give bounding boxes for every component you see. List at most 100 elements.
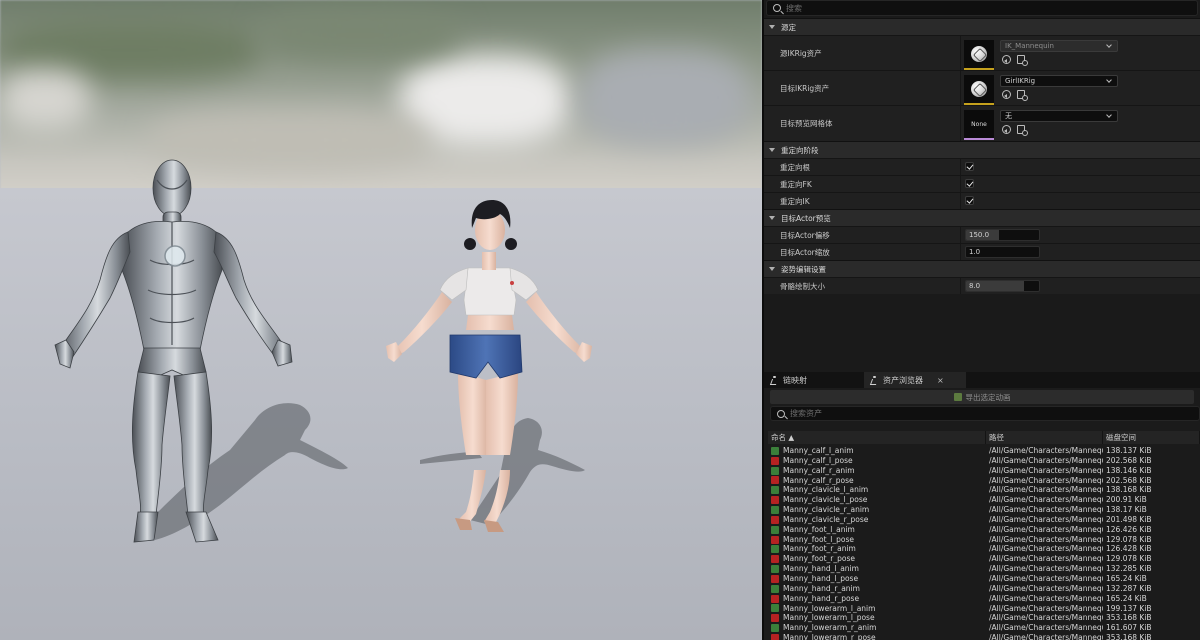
asset-name-cell: Manny_clavicle_l_pose: [768, 495, 986, 505]
reset-arrow-icon[interactable]: [1002, 55, 1011, 64]
table-row[interactable]: Manny_hand_r_pose/All/Game/Characters/Ma…: [768, 594, 1200, 604]
tab-asset-browser[interactable]: 资产浏览器 ×: [864, 372, 966, 388]
asset-path: /All/Game/Characters/Mannequ: [989, 583, 1103, 593]
anim-sequence-icon: [771, 466, 779, 475]
source-ikrig-combo[interactable]: IK_Mannequin: [1000, 40, 1118, 52]
export-selected-animations-button[interactable]: 导出选定动画: [770, 390, 1194, 404]
asset-name: Manny_calf_l_pose: [783, 455, 853, 465]
table-row[interactable]: Manny_clavicle_r_pose/All/Game/Character…: [768, 515, 1200, 525]
running-man-icon: [770, 375, 778, 385]
details-search-input[interactable]: 搜索: [766, 0, 1198, 16]
column-header-path[interactable]: 路径: [986, 431, 1103, 444]
reset-arrow-icon[interactable]: [1002, 90, 1011, 99]
asset-name-cell: Manny_hand_r_pose: [768, 594, 986, 604]
reset-arrow-icon[interactable]: [1002, 125, 1011, 134]
table-row[interactable]: Manny_clavicle_l_pose/All/Game/Character…: [768, 495, 1200, 505]
pose-asset-icon: [771, 535, 779, 544]
table-row[interactable]: Manny_lowerarm_r_pose/All/Game/Character…: [768, 633, 1200, 640]
source-ikrig-thumbnail[interactable]: [964, 40, 994, 70]
section-pose-edit-settings[interactable]: 姿势编辑设置: [764, 260, 1200, 277]
retarget-root-checkbox[interactable]: [965, 162, 974, 171]
table-row[interactable]: Manny_calf_l_anim/All/Game/Characters/Ma…: [768, 446, 1200, 456]
section-target-actor-preview[interactable]: 目标Actor预览: [764, 209, 1200, 226]
asset-name: Manny_lowerarm_r_pose: [783, 633, 876, 640]
target-actor-offset-value: 150.0: [969, 231, 990, 239]
target-ikrig-combo[interactable]: GirlIKRig: [1000, 75, 1118, 87]
column-header-disk-size[interactable]: 磁盘空间: [1103, 431, 1200, 444]
target-actor-offset-label: 目标Actor偏移: [780, 230, 830, 240]
table-row[interactable]: Manny_hand_l_anim/All/Game/Characters/Ma…: [768, 564, 1200, 574]
asset-name: Manny_foot_l_anim: [783, 524, 855, 534]
target-ikrig-label: 目标IKRig资产: [780, 83, 830, 93]
asset-name: Manny_clavicle_r_anim: [783, 505, 870, 515]
table-row[interactable]: Manny_calf_l_pose/All/Game/Characters/Ma…: [768, 456, 1200, 466]
table-row[interactable]: Manny_calf_r_pose/All/Game/Characters/Ma…: [768, 476, 1200, 486]
asset-disk-size: 165.24 KiB: [1106, 573, 1147, 583]
ikrig-asset-icon: [971, 46, 987, 62]
asset-list: Manny_calf_l_anim/All/Game/Characters/Ma…: [768, 446, 1200, 640]
source-ikrig-label: 源IKRig资产: [780, 48, 822, 58]
column-divider: [960, 36, 961, 70]
asset-name: Manny_calf_r_anim: [783, 465, 855, 475]
row-retarget-root: 重定向根: [764, 158, 1200, 175]
section-retarget-phases[interactable]: 重定向阶段: [764, 141, 1200, 158]
table-row[interactable]: Manny_calf_r_anim/All/Game/Characters/Ma…: [768, 466, 1200, 476]
bone-draw-size-field[interactable]: 8.0: [965, 280, 1040, 292]
asset-path: /All/Game/Characters/Mannequ: [989, 573, 1103, 583]
thumbnail-none-text: None: [971, 120, 987, 128]
asset-name: Manny_foot_r_pose: [783, 554, 855, 564]
browse-asset-icon[interactable]: [1017, 125, 1028, 136]
asset-name: Manny_clavicle_r_pose: [783, 514, 869, 524]
column-divider: [960, 244, 961, 260]
tab-chain-mapping[interactable]: 链映射: [764, 372, 864, 388]
table-row[interactable]: Manny_clavicle_r_anim/All/Game/Character…: [768, 505, 1200, 515]
asset-name-cell: Manny_lowerarm_l_anim: [768, 604, 986, 614]
asset-name: Manny_lowerarm_l_pose: [783, 613, 875, 623]
table-row[interactable]: Manny_clavicle_l_anim/All/Game/Character…: [768, 485, 1200, 495]
asset-disk-size: 138.17 KiB: [1106, 505, 1147, 515]
target-actor-offset-field[interactable]: 150.0: [965, 229, 1040, 241]
table-row[interactable]: Manny_foot_l_anim/All/Game/Characters/Ma…: [768, 525, 1200, 535]
asset-name-cell: Manny_foot_l_anim: [768, 525, 986, 535]
retarget-root-label: 重定向根: [780, 162, 810, 172]
target-ikrig-value: GirlIKRig: [1005, 77, 1036, 85]
table-row[interactable]: Manny_hand_l_pose/All/Game/Characters/Ma…: [768, 574, 1200, 584]
asset-disk-size: 202.568 KiB: [1106, 475, 1152, 485]
close-icon[interactable]: ×: [937, 376, 944, 385]
row-target-ikrig: 目标IKRig资产 GirlIKRig: [764, 70, 1200, 105]
table-row[interactable]: Manny_foot_l_pose/All/Game/Characters/Ma…: [768, 535, 1200, 545]
asset-search-input[interactable]: 搜索资产: [770, 406, 1200, 421]
asset-name-cell: Manny_clavicle_r_pose: [768, 515, 986, 525]
target-ikrig-thumbnail[interactable]: [964, 75, 994, 105]
chevron-down-icon: [1106, 77, 1112, 83]
asset-path: /All/Game/Characters/Mannequ: [989, 544, 1103, 554]
asset-path: /All/Game/Characters/Mannequ: [989, 534, 1103, 544]
asset-disk-size: 126.426 KiB: [1106, 524, 1152, 534]
table-row[interactable]: Manny_foot_r_pose/All/Game/Characters/Ma…: [768, 554, 1200, 564]
table-row[interactable]: Manny_lowerarm_r_anim/All/Game/Character…: [768, 623, 1200, 633]
browse-asset-icon[interactable]: [1017, 90, 1028, 101]
table-row[interactable]: Manny_hand_r_anim/All/Game/Characters/Ma…: [768, 584, 1200, 594]
retarget-fk-checkbox[interactable]: [965, 179, 974, 188]
asset-name-cell: Manny_foot_l_pose: [768, 535, 986, 545]
anim-sequence-icon: [771, 525, 779, 534]
anim-sequence-icon: [771, 565, 779, 574]
asset-disk-size: 161.607 KiB: [1106, 623, 1152, 633]
table-row[interactable]: Manny_foot_r_anim/All/Game/Characters/Ma…: [768, 544, 1200, 554]
table-row[interactable]: Manny_lowerarm_l_anim/All/Game/Character…: [768, 604, 1200, 614]
mannequin-chest-logo: [164, 245, 186, 267]
asset-name-cell: Manny_clavicle_r_anim: [768, 505, 986, 515]
browse-asset-icon[interactable]: [1017, 55, 1028, 66]
section-source[interactable]: 源定: [764, 18, 1200, 35]
target-actor-scale-field[interactable]: 1.0: [965, 246, 1040, 258]
pose-asset-icon: [771, 614, 779, 623]
table-row[interactable]: Manny_lowerarm_l_pose/All/Game/Character…: [768, 613, 1200, 623]
asset-name-cell: Manny_calf_r_pose: [768, 476, 986, 486]
section-target-actor-preview-label: 目标Actor预览: [781, 213, 831, 223]
preview-mesh-thumbnail[interactable]: None: [964, 110, 994, 140]
asset-path: /All/Game/Characters/Mannequ: [989, 593, 1103, 603]
retarget-ik-checkbox[interactable]: [965, 196, 974, 205]
preview-mesh-combo[interactable]: 无: [1000, 110, 1118, 122]
column-header-name[interactable]: 命名 ▲: [768, 431, 986, 444]
viewport[interactable]: [0, 0, 762, 640]
